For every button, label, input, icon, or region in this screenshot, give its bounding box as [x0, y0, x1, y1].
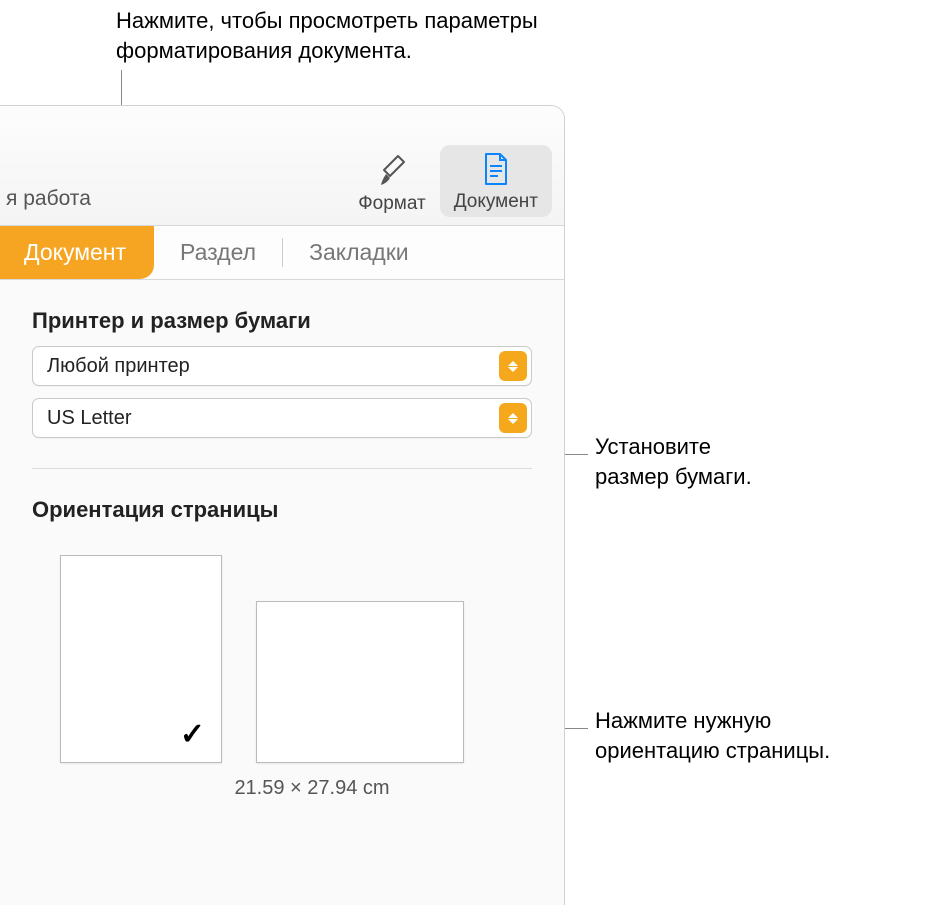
printer-section-title: Принтер и размер бумаги: [32, 308, 532, 334]
tab-section[interactable]: Раздел: [154, 226, 282, 279]
checkmark-icon: ✓: [180, 717, 205, 752]
orientation-options: ✓: [0, 539, 564, 763]
toolbar: я работа Формат Документ: [0, 106, 564, 226]
paintbrush-icon: [375, 153, 409, 189]
tab-document[interactable]: Документ: [0, 226, 154, 279]
callout-paper-size: Установите размер бумаги.: [595, 432, 752, 491]
toolbar-document-button[interactable]: Документ: [440, 145, 552, 217]
document-panel: я работа Формат Документ: [0, 105, 565, 905]
orientation-landscape[interactable]: [256, 601, 464, 763]
printer-popup[interactable]: Любой принтер: [32, 346, 532, 386]
document-icon: [479, 151, 513, 187]
tabbar: Документ Раздел Закладки: [0, 226, 564, 280]
orientation-section-title: Ориентация страницы: [32, 497, 532, 523]
printer-section: Принтер и размер бумаги Любой принтер US…: [0, 280, 564, 454]
orientation-section: Ориентация страницы: [0, 469, 564, 539]
toolbar-document-label: Документ: [454, 191, 538, 213]
updown-chevron-icon: [499, 403, 527, 433]
updown-chevron-icon: [499, 351, 527, 381]
printer-popup-value: Любой принтер: [47, 355, 499, 378]
toolbar-cutoff-label: я работа: [0, 187, 91, 217]
paper-size-popup[interactable]: US Letter: [32, 398, 532, 438]
callout-format-options: Нажмите, чтобы просмотреть параметры фор…: [116, 6, 538, 65]
toolbar-format-label: Формат: [358, 193, 426, 215]
page-dimensions: 21.59 × 27.94 cm: [0, 777, 564, 800]
tab-bookmarks[interactable]: Закладки: [283, 226, 435, 279]
toolbar-format-button[interactable]: Формат: [344, 149, 440, 217]
paper-size-popup-value: US Letter: [47, 407, 499, 430]
callout-orientation: Нажмите нужную ориентацию страницы.: [595, 706, 830, 765]
orientation-portrait[interactable]: ✓: [60, 555, 222, 763]
